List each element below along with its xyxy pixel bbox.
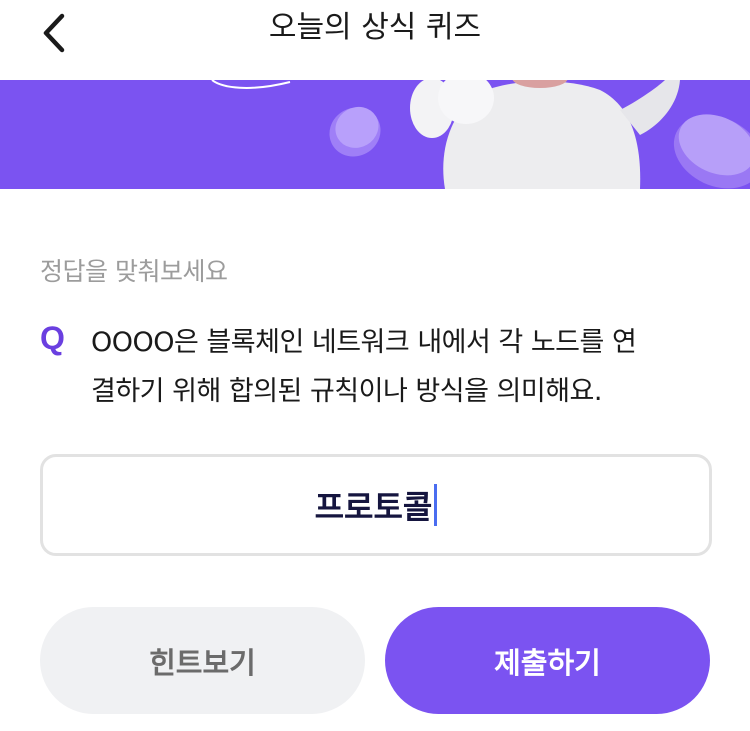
quiz-banner	[0, 80, 750, 189]
submit-button-label: 제출하기	[494, 645, 601, 680]
answer-value: 프로토콜	[314, 488, 433, 526]
hint-button[interactable]: 힌트보기	[40, 607, 365, 714]
quiz-prompt: 정답을 맞춰보세요	[40, 257, 228, 286]
question-text: OOOO은 블록체인 네트워크 내에서 각 노드를 연 결하기 위해 합의된 규…	[91, 318, 716, 416]
coin-left-icon	[329, 106, 381, 157]
coin-right-icon	[673, 114, 750, 189]
submit-button[interactable]: 제출하기	[385, 607, 710, 714]
question-marker: Q	[40, 320, 65, 356]
hint-button-label: 힌트보기	[149, 645, 256, 680]
header: 오늘의 상식 퀴즈	[0, 0, 750, 80]
mascot-icon	[410, 80, 680, 189]
page-title: 오늘의 상식 퀴즈	[268, 10, 482, 45]
banner-illustration	[211, 80, 750, 189]
question-line-2: 결하기 위해 합의된 규칙이나 방식을 의미해요.	[91, 376, 602, 407]
answer-input[interactable]: 프로토콜	[40, 454, 712, 556]
question-line-1: OOOO은 블록체인 네트워크 내에서 각 노드를 연	[91, 327, 637, 358]
text-caret	[434, 484, 438, 526]
